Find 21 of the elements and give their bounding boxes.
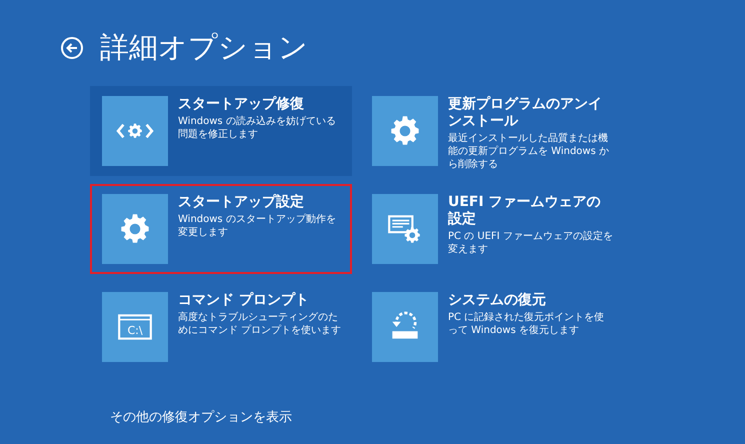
option-title: コマンド プロンプト <box>178 292 310 309</box>
prompt-text: C:\ <box>126 325 144 337</box>
option-description: Windows のスタートアップ動作を変更します <box>178 213 337 239</box>
option-description: 最近インストールした品質または機能の更新プログラムを Windows から削除する <box>448 132 610 171</box>
option-tile[interactable]: システムの復元 PC に記録された復元ポイントを使って Windows を復元します <box>360 282 622 372</box>
option-title: 更新プログラムのアンインストール <box>448 96 603 130</box>
option-description: 高度なトラブルシューティングのためにコマンド プロンプトを使います <box>178 311 342 337</box>
option-description: PC に記録された復元ポイントを使って Windows を復元します <box>448 311 606 337</box>
page-title: 詳細オプション <box>100 29 308 66</box>
option-tile[interactable]: C:\ コマンド プロンプト 高度なトラブルシューティングのためにコマンド プロンプトを使います <box>90 282 352 372</box>
option-tile[interactable]: スタートアップ設定 Windows のスタートアップ動作を変更します <box>90 184 352 274</box>
option-title: システムの復元 <box>448 292 547 309</box>
option-title: スタートアップ設定 <box>178 194 305 211</box>
option-tile[interactable]: UEFI ファームウェアの設定 PC の UEFI ファームウェアの設定を変えます <box>360 184 622 274</box>
option-description: Windows の読み込みを妨げている問題を修正します <box>178 115 337 141</box>
option-title: UEFI ファームウェアの設定 <box>448 194 602 228</box>
more-options-link[interactable]: その他の修復オプションを表示 <box>110 408 292 426</box>
option-tile[interactable]: 更新プログラムのアンインストール 最近インストールした品質または機能の更新プログラムを Windows から削除する <box>360 86 622 176</box>
option-tile[interactable]: スタートアップ修復 Windows の読み込みを妨げている問題を修正します <box>90 86 352 176</box>
option-title: スタートアップ修復 <box>178 96 305 113</box>
option-description: PC の UEFI ファームウェアの設定を変えます <box>448 230 614 256</box>
